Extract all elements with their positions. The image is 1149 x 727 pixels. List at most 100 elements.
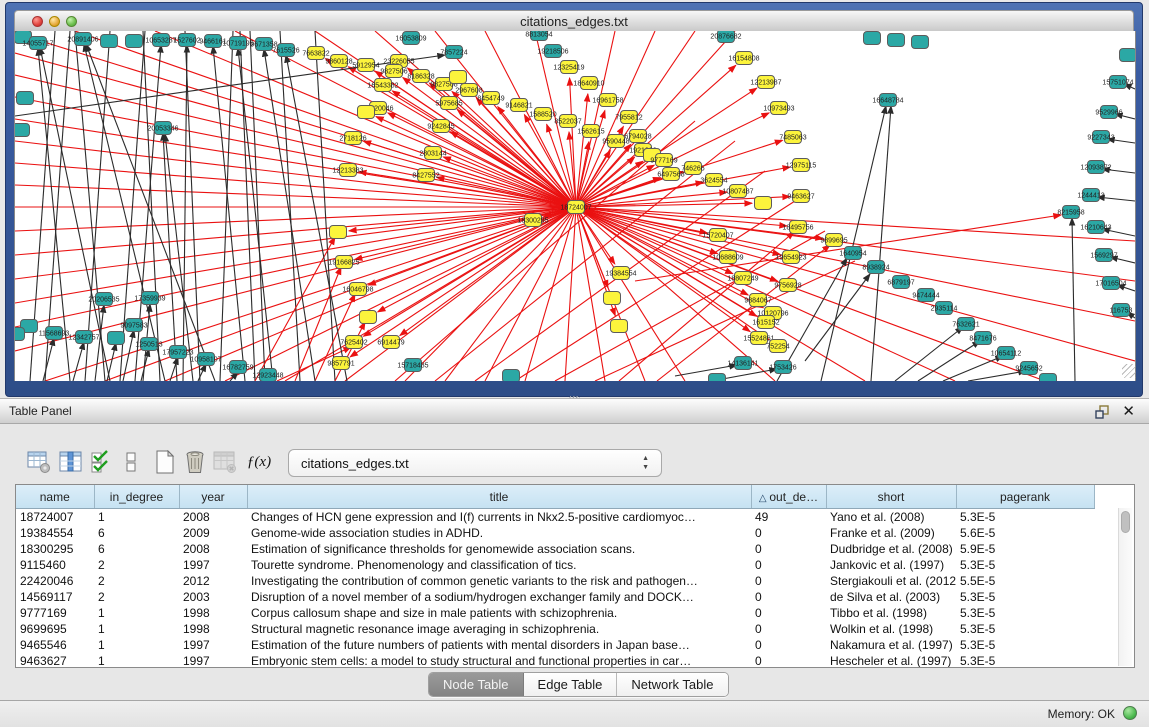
table-cell[interactable]: Wolkin et al. (1998)	[826, 621, 956, 637]
table-cell[interactable]: Tibbo et al. (1998)	[826, 605, 956, 621]
graph-node[interactable]: 20876682	[710, 31, 741, 43]
table-cell[interactable]: 18300295	[16, 541, 94, 557]
graph-node[interactable]: 12342757	[68, 331, 99, 344]
table-row[interactable]: 1938455462009Genome-wide association stu…	[16, 525, 1094, 541]
column-header-title[interactable]: title	[247, 485, 751, 509]
graph-node[interactable]: 12093872	[1080, 161, 1111, 174]
graph-node[interactable]: 7625402	[340, 336, 367, 349]
graph-node[interactable]: 1753426	[769, 361, 796, 374]
table-scrollbar[interactable]	[1118, 508, 1132, 666]
graph-node[interactable]	[1120, 49, 1136, 62]
graph-node[interactable]: 1527602	[173, 34, 200, 47]
network-canvas[interactable]: 1405571720891406106532871527602946616110…	[14, 31, 1136, 381]
close-panel-icon[interactable]: ✕	[1122, 402, 1135, 420]
float-panel-icon[interactable]	[1095, 405, 1109, 419]
create-new-column-icon[interactable]	[152, 448, 178, 476]
graph-node[interactable]: 19218506	[537, 45, 568, 58]
graph-node[interactable]: 8471676	[969, 332, 996, 345]
graph-node[interactable]: 9529966	[1095, 106, 1122, 119]
graph-node[interactable]: 9857791	[327, 357, 354, 370]
graph-node[interactable]: 10653287	[145, 34, 176, 47]
graph-node[interactable]: 116753	[1110, 304, 1133, 317]
table-cell[interactable]: 5.3E-5	[956, 509, 1094, 526]
table-row[interactable]: 946554611997Estimation of the future num…	[16, 637, 1094, 653]
graph-node[interactable]: 16543382	[367, 79, 398, 92]
graph-node[interactable]	[1040, 374, 1057, 382]
graph-node[interactable]: 10973493	[763, 102, 794, 115]
table-cell[interactable]: 5.3E-5	[956, 605, 1094, 621]
delete-columns-icon[interactable]	[182, 448, 208, 476]
table-cell[interactable]: 2008	[179, 541, 247, 557]
graph-node[interactable]: 12213383	[332, 164, 363, 177]
table-cell[interactable]: 2	[94, 557, 179, 573]
graph-node[interactable]	[450, 71, 467, 84]
network-window-titlebar[interactable]: citations_edges.txt	[14, 10, 1134, 32]
table-cell[interactable]: 1998	[179, 605, 247, 621]
column-header-pagerank[interactable]: pagerank	[956, 485, 1094, 509]
table-cell[interactable]: Franke et al. (2009)	[826, 525, 956, 541]
column-header-year[interactable]: year	[179, 485, 247, 509]
table-cell[interactable]: 1998	[179, 621, 247, 637]
graph-node[interactable]: 6879197	[887, 276, 914, 289]
graph-node[interactable]	[709, 374, 726, 382]
graph-node[interactable]: 18495756	[782, 221, 813, 234]
table-cell[interactable]: 5.3E-5	[956, 621, 1094, 637]
table-cell[interactable]: 2	[94, 573, 179, 589]
table-cell[interactable]: 0	[751, 621, 826, 637]
table-cell[interactable]: 5.3E-5	[956, 589, 1094, 605]
graph-node[interactable]: 746266	[681, 162, 704, 175]
table-cell[interactable]: 2012	[179, 573, 247, 589]
table-cell[interactable]: 9115460	[16, 557, 94, 573]
table-cell[interactable]: Hescheler et al. (1997)	[826, 653, 956, 668]
graph-node[interactable]: 19384554	[605, 267, 636, 280]
column-header-in_degree[interactable]: in_degree	[94, 485, 179, 509]
graph-node[interactable]: 17016504	[1095, 277, 1126, 290]
graph-node[interactable]: 8215958	[1057, 206, 1084, 219]
table-cell[interactable]: 1	[94, 653, 179, 668]
graph-node[interactable]: 8938924	[862, 261, 889, 274]
graph-node[interactable]	[101, 35, 118, 48]
table-cell[interactable]: 9465546	[16, 637, 94, 653]
table-cell[interactable]: 6	[94, 541, 179, 557]
table-cell[interactable]: 2009	[179, 525, 247, 541]
select-all-columns-icon[interactable]	[88, 448, 114, 476]
graph-node[interactable]	[360, 311, 377, 324]
graph-node[interactable]: 9899695	[820, 234, 847, 247]
table-cell[interactable]: 5.6E-5	[956, 525, 1094, 541]
graph-node[interactable]: 2935114	[931, 302, 958, 315]
table-cell[interactable]: 1	[94, 637, 179, 653]
graph-node[interactable]: 2718126	[339, 132, 366, 145]
table-cell[interactable]: 1997	[179, 637, 247, 653]
graph-node[interactable]: 12923448	[252, 369, 283, 382]
table-cell[interactable]: 1997	[179, 653, 247, 668]
table-cell[interactable]: 5.5E-5	[956, 573, 1094, 589]
table-cell[interactable]: Corpus callosum shape and size in male p…	[247, 605, 751, 621]
column-header-name[interactable]: name	[16, 485, 94, 509]
graph-node[interactable]: 8813054	[525, 31, 552, 41]
table-cell[interactable]: 14569117	[16, 589, 94, 605]
table-cell[interactable]: de Silva et al. (2003)	[826, 589, 956, 605]
delete-table-icon[interactable]	[212, 448, 238, 476]
graph-node[interactable]: 7857224	[440, 46, 467, 59]
table-cell[interactable]: Changes of HCN gene expression and I(f) …	[247, 509, 751, 526]
table-cell[interactable]: Yano et al. (2008)	[826, 509, 956, 526]
table-cell[interactable]: 9777169	[16, 605, 94, 621]
table-cell[interactable]: Embryonic stem cells: a model to study s…	[247, 653, 751, 668]
graph-node[interactable]	[126, 35, 143, 48]
column-header-out_de[interactable]: △ out_de…	[751, 485, 826, 509]
tab-edge-table[interactable]: Edge Table	[524, 673, 618, 696]
graph-node[interactable]: 16782759	[222, 361, 253, 374]
graph-node[interactable]: 3624554	[700, 174, 727, 187]
graph-node[interactable]: 20891406	[67, 33, 98, 46]
graph-node[interactable]: 752254	[766, 340, 789, 353]
graph-node[interactable]: 8522037	[554, 115, 581, 128]
table-cell[interactable]: 0	[751, 557, 826, 573]
table-scrollbar-thumb[interactable]	[1121, 511, 1130, 533]
graph-node[interactable]	[604, 292, 621, 305]
graph-node[interactable]: 9463627	[787, 190, 814, 203]
column-header-short[interactable]: short	[826, 485, 956, 509]
table-cell[interactable]: 0	[751, 637, 826, 653]
table-cell[interactable]: 0	[751, 541, 826, 557]
graph-node[interactable]: 9146821	[505, 99, 532, 112]
table-cell[interactable]: 9699695	[16, 621, 94, 637]
